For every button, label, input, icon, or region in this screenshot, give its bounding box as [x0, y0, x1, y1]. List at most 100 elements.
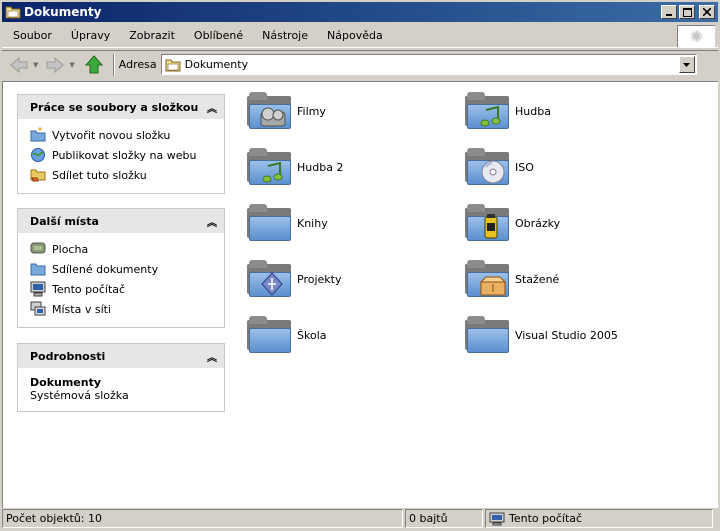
place-label: Plocha [52, 242, 89, 256]
folder-item-filmy[interactable]: Filmy [247, 92, 326, 130]
folder-item-hudba-2[interactable]: Hudba 2 [247, 148, 343, 186]
folder-item-obrazky[interactable]: Obrázky [465, 204, 560, 242]
music-folder-icon [465, 92, 511, 130]
toolbar-separator [112, 53, 115, 76]
task-publish-web[interactable]: Publikovat složky na webu [30, 145, 224, 165]
folder-name: Hudba [515, 104, 551, 118]
folder-item-iso[interactable]: ISO [465, 148, 534, 186]
forward-arrow-icon [44, 55, 66, 75]
menu-bar: Soubor Úpravy Zobrazit Oblíbené Nástroje… [2, 24, 718, 48]
task-share-folder[interactable]: Sdílet tuto složku [30, 165, 224, 185]
place-my-computer[interactable]: Tento počítač [30, 279, 224, 299]
details-name: Dokumenty [30, 376, 102, 389]
chevron-down-icon[interactable]: ▼ [33, 61, 38, 69]
folder-item-knihy[interactable]: Knihy [247, 204, 328, 242]
menu-view[interactable]: Zobrazit [118, 29, 183, 42]
computer-icon [30, 281, 46, 297]
details-panel-header[interactable]: Podrobnosti ︽ [18, 344, 224, 368]
task-label: Publikovat složky na webu [52, 148, 197, 162]
address-label: Adresa [118, 58, 157, 71]
folder-item-visual-studio-2005[interactable]: Visual Studio 2005 [465, 316, 618, 354]
up-button[interactable] [83, 54, 105, 75]
back-arrow-icon [8, 55, 30, 75]
folder-name: Knihy [297, 216, 328, 230]
folder-name: Filmy [297, 104, 326, 118]
folder-icon [5, 5, 21, 19]
chevron-down-icon[interactable]: ▼ [69, 61, 74, 69]
maximize-button[interactable] [679, 5, 695, 19]
network-places-icon [30, 301, 46, 317]
folder-name: Hudba 2 [297, 160, 344, 174]
folder-name: Škola [297, 328, 327, 342]
desktop-icon [30, 241, 46, 257]
status-location-text: Tento počítač [509, 512, 583, 525]
menu-tools[interactable]: Nástroje [251, 29, 316, 42]
folder-icon [465, 316, 511, 354]
address-value: Dokumenty [184, 58, 249, 71]
film-folder-icon [247, 92, 293, 130]
forward-button[interactable]: ▼ [44, 55, 75, 75]
address-field[interactable]: Dokumenty [160, 54, 697, 75]
status-size: 0 bajtů [405, 509, 483, 528]
folder-name: Visual Studio 2005 [515, 328, 618, 342]
address-dropdown-button[interactable] [678, 56, 695, 73]
toolbar: ▼ ▼ Adresa Dokumenty [2, 50, 718, 78]
status-object-count: Počet objektů: 10 [2, 509, 403, 528]
window-title: Dokumenty [24, 5, 102, 19]
places-panel-title: Další místa [30, 214, 99, 228]
folder-item-hudba[interactable]: Hudba [465, 92, 551, 130]
folder-item-projekty[interactable]: Projekty [247, 260, 341, 298]
collapse-icon[interactable]: ︽ [207, 100, 217, 115]
menu-file[interactable]: Soubor [2, 29, 60, 42]
folder-icon [247, 316, 293, 354]
explorer-window: Dokumenty Soubor Úpravy Zobrazit Oblíben… [0, 0, 720, 531]
place-shared-documents[interactable]: Sdílené dokumenty [30, 259, 224, 279]
computer-icon [489, 512, 505, 526]
documents-folder-icon [165, 58, 181, 72]
folder-name: Obrázky [515, 216, 561, 230]
downloads-folder-icon [465, 260, 511, 298]
project-folder-icon [247, 260, 293, 298]
music-folder-icon [247, 148, 293, 186]
tasks-panel-title: Práce se soubory a složkou [30, 100, 199, 114]
content-area: Práce se soubory a složkou ︽ Vytvořit no… [2, 81, 718, 508]
folder-name: Projekty [297, 272, 342, 286]
place-label: Tento počítač [52, 282, 126, 296]
menu-favorites[interactable]: Oblíbené [183, 29, 251, 42]
task-label: Sdílet tuto složku [52, 168, 147, 182]
throbber-icon: ✺ [677, 25, 715, 47]
places-panel-header[interactable]: Další místa ︽ [18, 209, 224, 233]
pictures-folder-icon [465, 204, 511, 242]
up-arrow-icon [83, 54, 105, 75]
minimize-button[interactable] [661, 5, 677, 19]
menu-edit[interactable]: Úpravy [60, 29, 118, 42]
details-panel: Podrobnosti ︽ Dokumenty Systémová složka [17, 343, 225, 412]
back-button[interactable]: ▼ [8, 55, 38, 75]
tasks-panel-header[interactable]: Práce se soubory a složkou ︽ [18, 95, 224, 119]
new-folder-icon [30, 127, 46, 143]
share-folder-icon [30, 167, 46, 183]
folder-icon [247, 204, 293, 242]
task-label: Vytvořit novou složku [52, 128, 171, 142]
tasks-panel: Práce se soubory a složkou ︽ Vytvořit no… [17, 94, 225, 194]
status-location: Tento počítač [485, 509, 713, 528]
title-bar[interactable]: Dokumenty [2, 2, 718, 22]
folder-item-stazene[interactable]: Stažené [465, 260, 559, 298]
details-panel-title: Podrobnosti [30, 349, 106, 363]
status-bar: Počet objektů: 10 0 bajtů Tento počítač [2, 509, 718, 529]
place-network[interactable]: Místa v síti [30, 299, 224, 319]
places-panel: Další místa ︽ Plocha Sdílené dokumenty T… [17, 208, 225, 328]
place-label: Místa v síti [52, 302, 111, 316]
folder-item-skola[interactable]: Škola [247, 316, 327, 354]
collapse-icon[interactable]: ︽ [207, 214, 217, 229]
place-desktop[interactable]: Plocha [30, 239, 224, 259]
menu-help[interactable]: Nápověda [316, 29, 391, 42]
details-type: Systémová složka [30, 389, 129, 402]
collapse-icon[interactable]: ︽ [207, 349, 217, 364]
shared-folder-icon [30, 261, 46, 277]
close-button[interactable] [699, 5, 715, 19]
folder-name: Stažené [515, 272, 560, 286]
folder-name: ISO [515, 160, 534, 174]
globe-icon [30, 147, 46, 163]
task-new-folder[interactable]: Vytvořit novou složku [30, 125, 224, 145]
